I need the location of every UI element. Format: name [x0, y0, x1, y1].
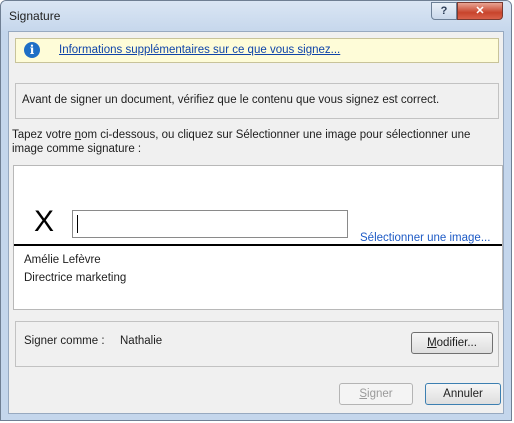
modify-button[interactable]: Modifier...	[411, 332, 493, 354]
select-image-link[interactable]: Sélectionner une image...	[360, 232, 490, 244]
signature-x-mark: X	[34, 205, 55, 238]
instructions-part1: Tapez votre	[12, 129, 75, 141]
cancel-button[interactable]: Annuler	[425, 383, 501, 405]
sign-as-group: Signer comme : Nathalie Modifier...	[15, 321, 499, 367]
signature-dialog: Signature ? ✕ i Informations supplémenta…	[0, 0, 512, 421]
sign-as-label: Signer comme :	[24, 335, 105, 347]
window-title: Signature	[9, 9, 61, 23]
verify-notice: Avant de signer un document, vérifiez qu…	[15, 83, 499, 119]
info-icon: i	[24, 42, 40, 58]
modify-accel: M	[427, 337, 437, 349]
info-bar: i Informations supplémentaires sur ce qu…	[15, 38, 499, 63]
help-icon: ?	[440, 5, 448, 17]
instructions-text: Tapez votre nom ci-dessous, ou cliquez s…	[12, 128, 502, 156]
sign-as-value: Nathalie	[120, 335, 163, 347]
dialog-body: i Informations supplémentaires sur ce qu…	[8, 31, 504, 414]
close-icon: ✕	[475, 5, 485, 17]
sign-accel: S	[359, 388, 368, 400]
signature-area: X Sélectionner une image... Amélie Lefèv…	[13, 165, 503, 310]
sign-label: igner	[367, 388, 393, 400]
sign-button[interactable]: Signer	[339, 383, 413, 405]
title-bar: Signature ? ✕	[1, 1, 511, 31]
instructions-part2: om ci-dessous, ou cliquez sur Sélectionn…	[12, 129, 471, 155]
signature-name-input[interactable]	[72, 210, 348, 238]
modify-label: odifier...	[436, 337, 477, 349]
more-info-link[interactable]: Informations supplémentaires sur ce que …	[59, 44, 340, 56]
signer-name: Amélie Lefèvre	[24, 254, 101, 266]
text-caret	[77, 215, 78, 233]
signer-title: Directrice marketing	[24, 272, 127, 284]
signature-line	[14, 244, 502, 246]
close-button[interactable]: ✕	[457, 2, 503, 20]
help-button[interactable]: ?	[431, 2, 457, 20]
